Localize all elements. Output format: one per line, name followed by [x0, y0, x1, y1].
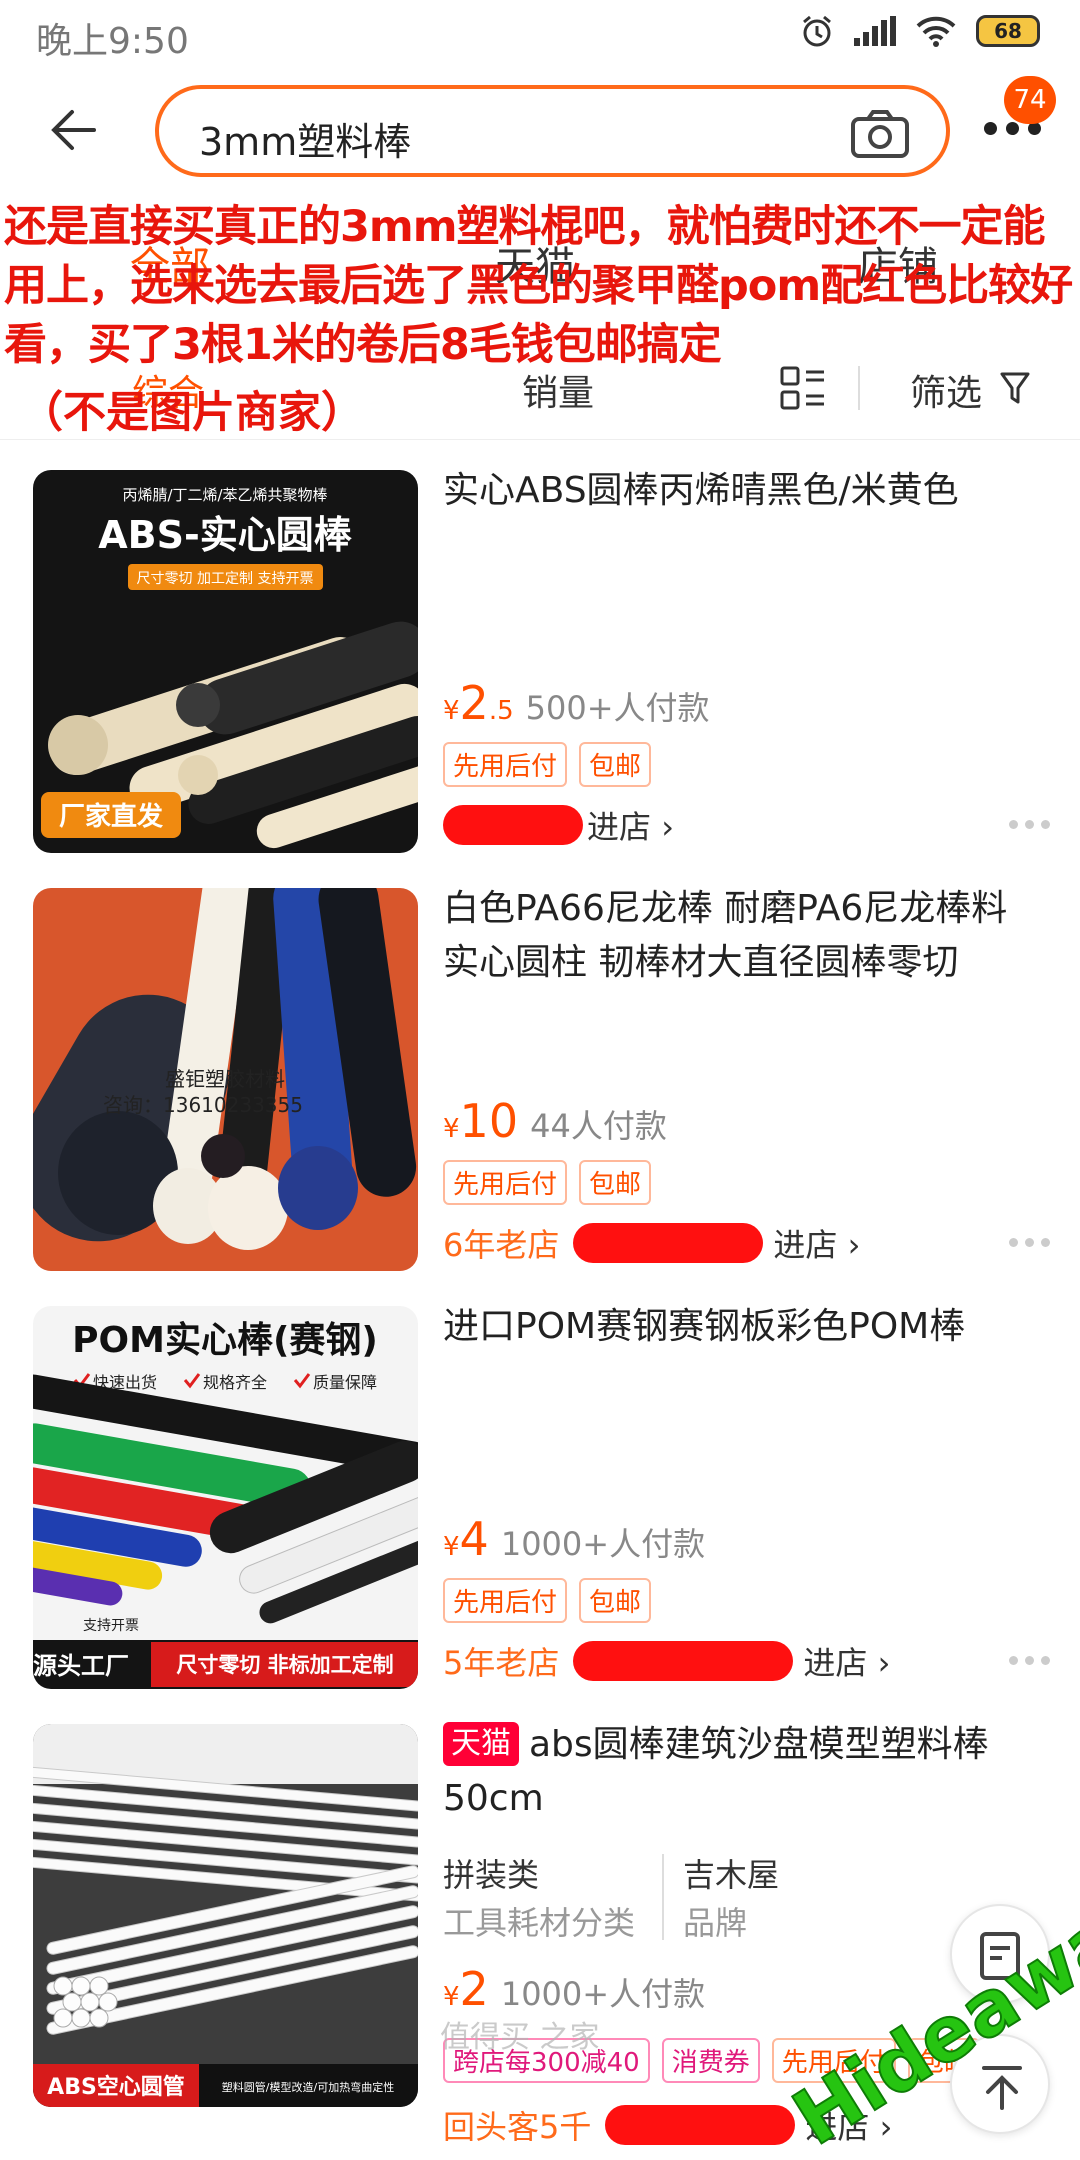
redacted-shop-name	[573, 1641, 794, 1681]
product-title[interactable]: 白色PA66尼龙棒 耐磨PA6尼龙棒料实心圆柱 韧棒材大直径圆棒零切	[443, 882, 1043, 990]
shop-row: 6年老店 进店 ›	[443, 1220, 860, 1266]
attr-category-value: 拼装类	[443, 1856, 540, 1894]
thumb-factory: 源头工厂	[33, 1652, 129, 1680]
tag-pay-later: 先用后付	[443, 1578, 568, 1623]
more-options-button[interactable]	[1009, 1656, 1050, 1665]
message-count-badge: 74	[1004, 76, 1056, 124]
sales-count: 1000+人付款	[500, 1975, 706, 2013]
product-tags: 先用后付 包邮	[443, 742, 652, 787]
status-time: 晚上9:50	[36, 21, 189, 62]
tmall-badge: 天猫	[443, 1722, 519, 1766]
thumb-heading: ABS-实心圆棒	[98, 513, 353, 557]
back-button[interactable]	[44, 100, 104, 160]
product-price: ¥4 1000+人付款	[443, 1512, 705, 1566]
product-tags: 先用后付 包邮	[443, 1160, 652, 1205]
product-title[interactable]: 天猫 abs圆棒建筑沙盘模型塑料棒50cm	[443, 1718, 1043, 1826]
currency-symbol: ¥	[443, 696, 460, 726]
product-title-text: abs圆棒建筑沙盘模型塑料棒50cm	[443, 1724, 989, 1819]
product-card[interactable]: 丙烯腈/丁二烯/苯乙烯共聚物棒 ABS-实心圆棒 尺寸零切 加工定制 支持开票 …	[0, 440, 1080, 858]
attr-category-key: 工具耗材分类	[443, 1904, 636, 1942]
tag-pay-later: 先用后付	[443, 1160, 568, 1205]
product-image[interactable]: 丙烯腈/丁二烯/苯乙烯共聚物棒 ABS-实心圆棒 尺寸零切 加工定制 支持开票 …	[33, 470, 418, 853]
filter-icon	[1000, 372, 1030, 408]
enter-shop-link[interactable]: 进店 ›	[803, 1638, 890, 1684]
search-input[interactable]: 3mm塑料棒	[155, 85, 950, 177]
signal-icon	[854, 16, 896, 46]
shop-age: 6年老店	[443, 1226, 560, 1264]
sales-count: 44人付款	[530, 1107, 667, 1145]
product-price: ¥2 1000+人付款	[443, 1962, 705, 2016]
currency-symbol: ¥	[443, 1114, 460, 1144]
thumb-line2: 咨询：13610233355	[103, 1093, 303, 1117]
tag-coupon: 消费券	[661, 2038, 760, 2083]
tag-pay-later: 先用后付	[443, 742, 568, 787]
price-decimal: .5	[488, 696, 514, 726]
camera-search-button[interactable]	[850, 109, 910, 159]
back-arrow-icon	[51, 110, 96, 150]
price-integer: 4	[459, 1512, 489, 1566]
product-price: ¥10 44人付款	[443, 1094, 667, 1148]
thumb-heading: POM实心棒(赛钢)	[72, 1320, 378, 1361]
thumb-line1: 盛钜塑胶材料	[165, 1067, 285, 1091]
attr-brand-value: 吉木屋	[683, 1856, 780, 1894]
thumb-check-3: 质量保障	[313, 1373, 377, 1392]
camera-icon	[851, 110, 909, 158]
thumb-strip: 塑料圆管/模型改造/可加热弯曲定性	[222, 2080, 394, 2094]
thumb-badge: 厂家直发	[59, 801, 163, 832]
product-title[interactable]: 进口POM赛钢赛钢板彩色POM棒	[443, 1300, 1043, 1354]
alarm-icon	[800, 14, 834, 48]
faint-watermark: 值得买 之家	[440, 2020, 600, 2055]
annotation-text: 还是直接买真正的3mm塑料棍吧，就怕费时还不一定能用上，选来选去最后选了黑色的聚…	[4, 202, 1073, 370]
attr-divider	[662, 1854, 664, 1940]
attr-brand-key: 品牌	[683, 1904, 748, 1942]
enter-shop-link[interactable]: 进店 ›	[773, 1220, 860, 1266]
sales-count: 1000+人付款	[500, 1525, 706, 1563]
redacted-shop-name	[573, 1223, 764, 1263]
redacted-shop-name	[443, 805, 583, 845]
tag-free-shipping: 包邮	[579, 742, 652, 787]
thumb-strip: 尺寸零切 加工定制 支持开票	[137, 571, 314, 587]
product-card[interactable]: POM实心棒(赛钢) 快速出货 规格齐全 质量保障 支持开票 源头工厂 尺寸零切…	[0, 1276, 1080, 1694]
enter-shop-link[interactable]: 进店 ›	[587, 802, 674, 848]
thumb-strip: 尺寸零切 非标加工定制	[176, 1653, 393, 1677]
product-image[interactable]: POM实心棒(赛钢) 快速出货 规格齐全 质量保障 支持开票 源头工厂 尺寸零切…	[33, 1306, 418, 1689]
shop-row: 5年老店 进店 ›	[443, 1638, 890, 1684]
status-icons: 68	[800, 14, 1040, 48]
repeat-customers: 回头客5千	[443, 2108, 592, 2146]
product-tags: 先用后付 包邮	[443, 1578, 652, 1623]
price-integer: 2	[459, 676, 489, 730]
more-options-button[interactable]	[1009, 820, 1050, 829]
price-integer: 2	[459, 1962, 489, 2016]
product-image[interactable]: 盛钜塑胶材料 咨询：13610233355	[33, 888, 418, 1271]
annotation-note: （不是图片商家）	[20, 388, 364, 438]
tag-free-shipping: 包邮	[579, 1578, 652, 1623]
redacted-shop-name	[605, 2105, 796, 2145]
thumb-check-2: 规格齐全	[203, 1373, 267, 1392]
thumb-label: ABS空心圆管	[47, 2074, 185, 2100]
currency-symbol: ¥	[443, 1982, 460, 2012]
wifi-icon	[916, 15, 956, 47]
product-image[interactable]: ABS空心圆管 塑料圆管/模型改造/可加热弯曲定性	[33, 1724, 418, 2107]
search-query: 3mm塑料棒	[199, 120, 412, 164]
shop-age: 5年老店	[443, 1644, 560, 1682]
product-title[interactable]: 实心ABS圆棒丙烯晴黑色/米黄色	[443, 464, 1043, 518]
product-card[interactable]: 盛钜塑胶材料 咨询：13610233355 白色PA66尼龙棒 耐磨PA6尼龙棒…	[0, 858, 1080, 1276]
search-header: 3mm塑料棒 74	[0, 70, 1080, 190]
product-price: ¥2.5 500+人付款	[443, 676, 710, 730]
tag-free-shipping: 包邮	[579, 1160, 652, 1205]
shop-row: 进店 ›	[443, 802, 674, 848]
sales-count: 500+人付款	[525, 689, 710, 727]
thumb-top-line: 丙烯腈/丁二烯/苯乙烯共聚物棒	[122, 486, 327, 504]
thumb-support: 支持开票	[83, 1618, 139, 1634]
more-options-button[interactable]	[1009, 1238, 1050, 1247]
currency-symbol: ¥	[443, 1532, 460, 1562]
price-integer: 10	[459, 1094, 519, 1148]
battery-indicator: 68	[976, 15, 1040, 47]
status-bar: 晚上9:50 68	[0, 0, 1080, 70]
